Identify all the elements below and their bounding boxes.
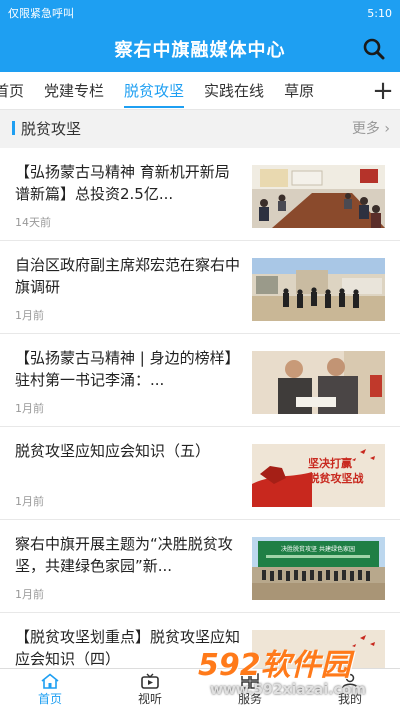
article-title: 脱贫攻坚应知应会知识（五） [15, 442, 211, 460]
nav-mine-label: 我的 [337, 692, 362, 706]
section-header: 脱贫攻坚 更多 › [0, 110, 400, 146]
tab-practice-online[interactable]: 实践在线 [194, 72, 274, 109]
add-tab-icon[interactable]: + [366, 72, 400, 109]
article-title: 【脱贫攻坚划重点】脱贫攻坚应知应会知识（四） [15, 628, 241, 668]
nav-av-label: 视听 [137, 692, 162, 706]
outdoor-inspection-thumbnail [252, 258, 385, 321]
nav-service[interactable]: 服务 [200, 669, 300, 711]
poster-text-line2: 脱贫攻坚战 [309, 471, 364, 485]
nav-mine[interactable]: 我的 [300, 669, 400, 711]
status-bar-carrier: 仅限紧急呼叫 [8, 7, 74, 20]
home-icon [41, 673, 59, 689]
list-item[interactable]: 察右中旗开展主题为“决胜脱贫攻坚，共建绿色家园”新... 1月前 决胜脱贫攻坚 … [0, 520, 400, 613]
section-accent-bar [12, 121, 15, 135]
more-label: 更多 [351, 121, 380, 137]
chevron-right-icon: › [384, 121, 390, 137]
tv-icon [141, 673, 159, 689]
status-bar: 仅限紧急呼叫 5:10 [0, 0, 400, 26]
two-men-writing-thumbnail [252, 351, 385, 414]
poster-fist-thumbnail: 坚决打赢 脱贫攻坚战 [252, 444, 385, 507]
nav-service-label: 服务 [237, 692, 262, 706]
more-link[interactable]: 更多 › [352, 118, 390, 138]
tab-poverty-alleviation[interactable]: 脱贫攻坚 [114, 72, 194, 109]
article-time: 1月前 [15, 402, 44, 415]
app-header: 察右中旗融媒体中心 [0, 26, 400, 72]
list-item[interactable]: 【弘扬蒙古马精神 | 身边的榜样】 驻村第一书记李涌：... 1月前 [0, 334, 400, 427]
article-time: 1月前 [15, 588, 44, 601]
list-item[interactable]: 自治区政府副主席郑宏范在察右中旗调研 1月前 [0, 241, 400, 334]
list-item[interactable]: 脱贫攻坚应知应会知识（五） 1月前 坚决打赢 脱贫攻坚战 [0, 427, 400, 520]
article-title: 察右中旗开展主题为“决胜脱贫攻坚，共建绿色家园”新... [15, 535, 233, 575]
nav-home[interactable]: 首页 [0, 669, 100, 711]
tab-grassland[interactable]: 草原 [274, 72, 324, 109]
article-time: 1月前 [15, 309, 44, 322]
user-icon [342, 673, 358, 689]
bottom-navigation: 首页 视听 服务 我的 [0, 668, 400, 711]
article-title: 自治区政府副主席郑宏范在察右中旗调研 [15, 256, 241, 296]
meeting-room-thumbnail [252, 165, 385, 228]
article-time: 14天前 [15, 216, 51, 229]
tab-party-building[interactable]: 党建专栏 [34, 72, 114, 109]
article-title: 【弘扬蒙古马精神 育新机开新局谱新篇】总投资2.5亿... [15, 163, 230, 203]
tree-planting-event-thumbnail: 决胜脱贫攻坚 共建绿色家园 [252, 537, 385, 600]
app-title: 察右中旗融媒体中心 [114, 40, 286, 61]
nav-av[interactable]: 视听 [100, 669, 200, 711]
article-title: 【弘扬蒙古马精神 | 身边的榜样】 驻村第一书记李涌：... [15, 349, 240, 389]
search-icon[interactable] [362, 37, 386, 61]
poster-text-line1: 坚决打赢 [308, 456, 352, 470]
status-bar-clock: 5:10 [367, 6, 392, 20]
nav-home-label: 首页 [37, 692, 62, 706]
grid-icon [241, 673, 259, 689]
article-time: 1月前 [15, 495, 44, 508]
tab-home[interactable]: 首页 [0, 72, 34, 109]
section-title: 脱贫攻坚 [21, 119, 82, 138]
article-list: 【弘扬蒙古马精神 育新机开新局谱新篇】总投资2.5亿... 14天前 自治区政府… [0, 148, 400, 706]
banner-text: 决胜脱贫攻坚 共建绿色家园 [281, 545, 355, 553]
list-item[interactable]: 【弘扬蒙古马精神 育新机开新局谱新篇】总投资2.5亿... 14天前 [0, 148, 400, 241]
category-tabs: 首页 党建专栏 脱贫攻坚 实践在线 草原 + [0, 72, 400, 110]
